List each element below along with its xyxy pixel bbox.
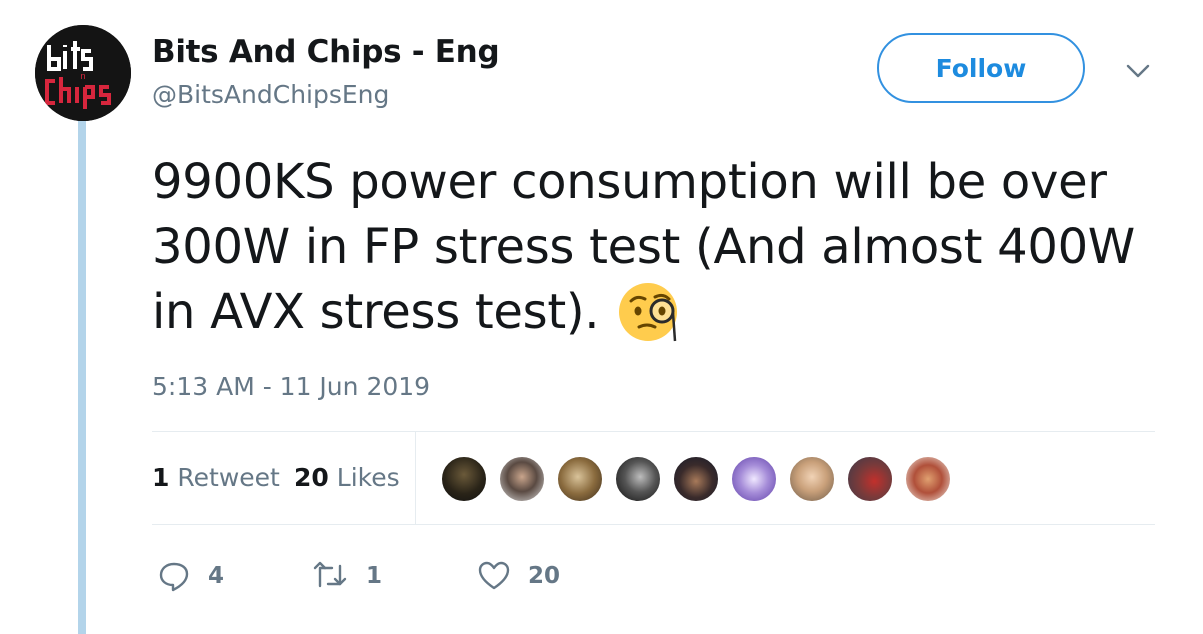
divider-top (152, 431, 1155, 432)
liker-avatar[interactable] (730, 455, 778, 503)
bits-n-chips-logo-icon: n (35, 25, 131, 121)
likes-stat[interactable]: 20 Likes (294, 463, 400, 492)
liker-avatar[interactable] (846, 455, 894, 503)
liker-avatar[interactable] (904, 455, 952, 503)
stats-divider (415, 432, 416, 524)
liker-avatar[interactable] (498, 455, 546, 503)
retweets-count: 1 (152, 463, 170, 492)
tweet-timestamp[interactable]: 5:13 AM - 11 Jun 2019 (152, 372, 430, 401)
liker-avatar[interactable] (614, 455, 662, 503)
reply-button[interactable]: 4 (158, 556, 224, 596)
retweets-stat[interactable]: 1 Retweet (152, 463, 280, 492)
retweets-label: Retweet (177, 463, 280, 492)
author-handle[interactable]: @BitsAndChipsEng (152, 80, 389, 109)
heart-icon (478, 561, 510, 590)
liker-avatar[interactable] (672, 455, 720, 503)
retweet-icon (313, 561, 347, 588)
chevron-down-icon[interactable] (1124, 60, 1152, 82)
liker-avatar[interactable] (788, 455, 836, 503)
divider-bottom (152, 524, 1155, 525)
likes-label: Likes (336, 463, 400, 492)
like-button[interactable]: 20 (478, 556, 560, 596)
author-display-name[interactable]: Bits And Chips - Eng (152, 34, 500, 70)
follow-button[interactable]: Follow (877, 33, 1085, 103)
likes-count: 20 (294, 463, 329, 492)
liker-avatar[interactable] (556, 455, 604, 503)
reply-count: 4 (208, 563, 225, 589)
author-avatar[interactable]: n (35, 25, 131, 121)
thread-connector-line (78, 120, 86, 634)
retweet-count: 1 (366, 563, 383, 589)
face-with-monocle-icon (619, 283, 677, 342)
liker-avatar[interactable] (440, 455, 488, 503)
reply-icon (159, 562, 189, 592)
like-count: 20 (528, 563, 561, 589)
svg-text:n: n (80, 71, 85, 81)
retweet-button[interactable]: 1 (312, 556, 382, 596)
